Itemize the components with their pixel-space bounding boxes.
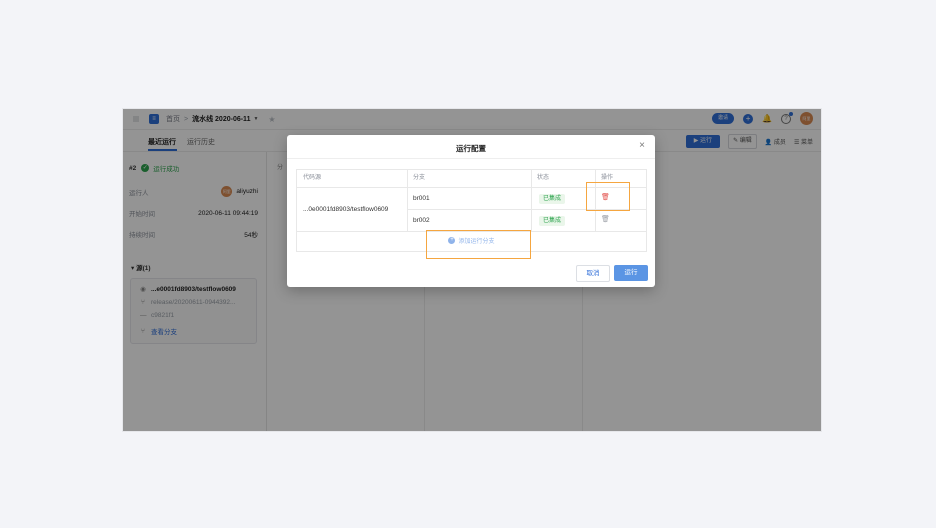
- close-icon[interactable]: ×: [639, 140, 645, 151]
- source-repo-cell: ...0e0001fd8903/testflow0609: [303, 206, 389, 213]
- branch-cell: br002: [413, 217, 430, 224]
- branch-table: 代码源 分支 状态 操作 ...0e0001fd8903/testflow060…: [296, 169, 647, 259]
- status-badge: 已集成: [539, 216, 566, 226]
- column-divider: [531, 170, 532, 231]
- column-header-source: 代码源: [303, 175, 322, 181]
- column-divider: [407, 170, 408, 231]
- dialog-title: 运行配置: [456, 144, 486, 153]
- cancel-button[interactable]: 取消: [576, 265, 610, 282]
- run-button[interactable]: 运行: [614, 265, 648, 281]
- highlight-add-branch: [426, 230, 531, 259]
- dialog-divider: [287, 158, 655, 159]
- column-header-status: 状态: [537, 175, 550, 181]
- run-config-dialog: 运行配置 × 代码源 分支 状态 操作 ...0e0001fd8903/test…: [287, 135, 655, 287]
- trash-icon[interactable]: 🗑: [601, 215, 610, 223]
- status-badge: 已集成: [539, 194, 566, 204]
- highlight-delete-action: [586, 182, 630, 211]
- column-header-branch: 分支: [413, 175, 426, 181]
- branch-cell: br001: [413, 195, 430, 202]
